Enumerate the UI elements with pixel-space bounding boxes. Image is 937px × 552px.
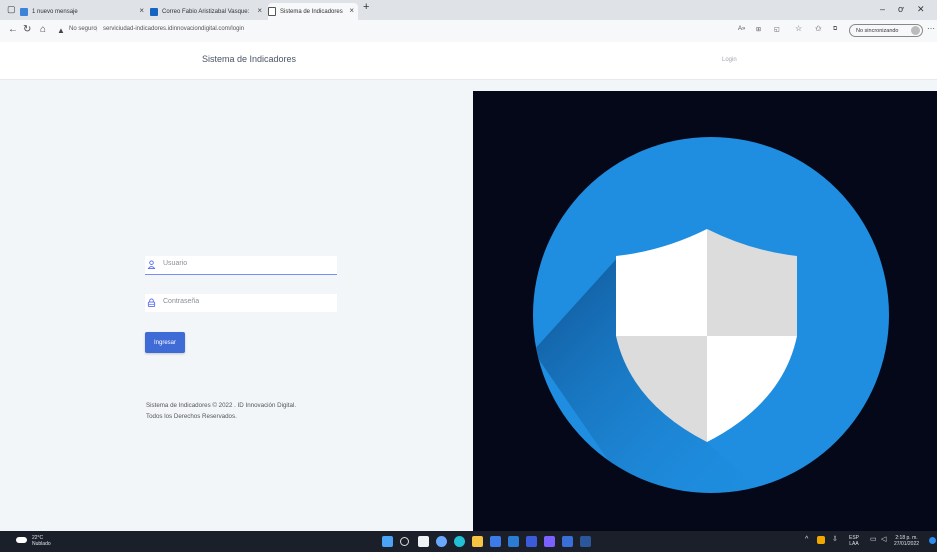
tab-actions-icon[interactable]: ▢ <box>7 4 16 15</box>
login-link[interactable]: Login <box>722 57 737 63</box>
word-icon[interactable] <box>580 536 591 547</box>
app-header: Sistema de Indicadores Login <box>0 42 937 80</box>
weather-widget[interactable]: 22°C Nublado <box>16 535 51 547</box>
tab-mail[interactable]: 1 nuevo mensaje × <box>20 3 148 20</box>
home-icon[interactable]: ⌂ <box>40 24 46 35</box>
close-window-icon[interactable]: ✕ <box>917 4 925 15</box>
url-divider: | <box>96 26 98 32</box>
read-aloud-icon[interactable]: A» <box>738 26 745 32</box>
warning-icon[interactable]: ▲ <box>57 26 65 35</box>
taskbar: 22°C Nublado ^ ⇩ ESP LAA ▭ ◁ 2:18 p. m. … <box>0 531 937 552</box>
restore-icon[interactable]: ơ <box>898 4 904 14</box>
language-bottom: LAA <box>849 541 859 547</box>
tab-sistema-indicadores[interactable]: Sistema de Indicadores × <box>268 3 358 20</box>
favorites-icon[interactable]: ✩ <box>815 24 822 33</box>
footer-text: Sistema de Indicadores © 2022 . ID Innov… <box>146 400 296 422</box>
clock[interactable]: 2:18 p. m. 27/01/2022 <box>894 535 919 547</box>
collections-icon[interactable]: ⧉ <box>833 26 837 33</box>
mail-app-icon[interactable] <box>508 536 519 547</box>
tab-label: 1 nuevo mensaje <box>32 8 78 15</box>
cloud-icon <box>16 537 27 543</box>
close-tab-icon[interactable]: × <box>349 7 354 15</box>
monitor-icon[interactable]: ▭ <box>870 536 877 543</box>
clock-date: 27/01/2022 <box>894 541 920 547</box>
page-title: Sistema de Indicadores <box>202 54 297 64</box>
file-explorer-icon[interactable] <box>472 536 483 547</box>
shield-illustration <box>533 137 889 493</box>
favorite-star-icon[interactable]: ☆ <box>795 24 802 33</box>
page-icon <box>268 7 276 16</box>
security-label[interactable]: No seguro <box>69 26 97 32</box>
username-field[interactable]: Usuario <box>145 256 337 275</box>
login-button[interactable]: Ingresar <box>145 332 185 353</box>
tab-label: Sistema de Indicadores <box>280 8 343 15</box>
close-tab-icon[interactable]: × <box>257 7 262 15</box>
search-icon[interactable] <box>400 537 409 546</box>
hero-panel <box>473 91 937 531</box>
tab-outlook[interactable]: Correo Fabio Aristizabal Vasque: × <box>150 3 266 20</box>
outlook-icon <box>150 7 158 16</box>
app-icon[interactable] <box>544 536 555 547</box>
minimize-icon[interactable]: – <box>880 4 885 14</box>
edge-icon[interactable] <box>454 536 465 547</box>
volume-icon[interactable]: ◁ <box>881 536 886 543</box>
footer-line-2: Todos los Derechos Reservados. <box>146 413 237 420</box>
footer-line-1: Sistema de Indicadores © 2022 . ID Innov… <box>146 402 297 409</box>
sync-label: No sincronizando <box>856 27 899 34</box>
username-placeholder: Usuario <box>163 260 188 267</box>
usb-icon[interactable]: ⇩ <box>832 536 838 543</box>
url-input[interactable]: serviciudad-indicadores.idinnovaciondigi… <box>103 26 244 32</box>
extensions-icon[interactable]: ◱ <box>774 26 780 33</box>
lock-icon <box>147 298 156 307</box>
password-placeholder: Contraseña <box>163 298 200 305</box>
task-view-icon[interactable] <box>418 536 429 547</box>
immersive-reader-icon[interactable]: ⊞ <box>756 26 761 33</box>
new-tab-icon[interactable]: + <box>363 1 369 13</box>
chat-icon[interactable] <box>436 536 447 547</box>
language-indicator[interactable]: ESP LAA <box>849 535 859 547</box>
tray-app-icon[interactable] <box>817 536 825 544</box>
user-icon <box>147 260 156 269</box>
windows-start-icon[interactable] <box>382 536 393 547</box>
chevron-up-icon[interactable]: ^ <box>805 536 808 543</box>
avatar <box>911 26 920 35</box>
store-icon[interactable] <box>490 536 501 547</box>
back-icon[interactable]: ← <box>8 24 18 35</box>
password-field[interactable]: Contraseña <box>145 294 337 312</box>
weather-label: Nublado <box>32 541 51 547</box>
notification-icon[interactable] <box>929 537 936 544</box>
more-icon[interactable]: ⋯ <box>927 24 935 33</box>
teams-icon[interactable] <box>526 536 537 547</box>
close-tab-icon[interactable]: × <box>139 7 144 15</box>
address-bar: ← ↻ ⌂ ▲ No seguro | serviciudad-indicado… <box>0 20 937 43</box>
outlook-app-icon[interactable] <box>562 536 573 547</box>
mail-icon <box>20 7 28 16</box>
browser-tab-bar: ▢ 1 nuevo mensaje × Correo Fabio Aristiz… <box>0 0 937 20</box>
refresh-icon[interactable]: ↻ <box>23 24 31 35</box>
tab-label: Correo Fabio Aristizabal Vasque: <box>162 8 250 15</box>
profile-sync-button[interactable]: No sincronizando <box>849 24 923 37</box>
